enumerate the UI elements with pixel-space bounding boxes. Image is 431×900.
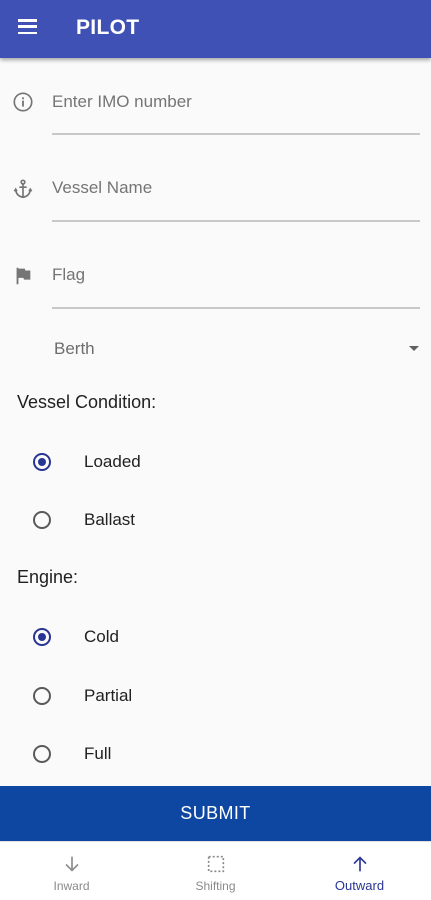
radio-option-ballast[interactable]: Ballast xyxy=(30,503,330,537)
radio-option-cold[interactable]: Cold xyxy=(30,620,330,654)
radio-label-cold: Cold xyxy=(84,627,119,646)
flag-icon xyxy=(16,267,31,285)
radio-option-loaded[interactable]: Loaded xyxy=(30,445,330,479)
imo-underline xyxy=(52,133,420,135)
nav-item-shifting[interactable]: Shifting xyxy=(144,842,287,900)
radio-label-loaded: Loaded xyxy=(84,452,141,471)
berth-select-value: Berth xyxy=(54,339,95,358)
radio-unchecked-icon[interactable] xyxy=(33,511,51,529)
menu-icon[interactable] xyxy=(18,19,42,39)
berth-select[interactable]: Berth xyxy=(52,334,422,364)
radio-label-partial: Partial xyxy=(84,686,133,705)
imo-field-group xyxy=(0,72,431,142)
vessel-condition-label: Vessel Condition: xyxy=(17,392,157,412)
radio-unchecked-icon[interactable] xyxy=(33,745,51,763)
bottom-navigation: Inward Shifting Outward xyxy=(0,841,431,900)
flag-underline xyxy=(52,307,420,309)
vessel-name-input[interactable] xyxy=(52,174,420,202)
dashed-square-icon xyxy=(207,855,224,873)
arrow-down-icon xyxy=(64,856,79,872)
anchor-icon xyxy=(13,179,33,199)
app-title: PILOT xyxy=(76,16,140,39)
radio-label-full: Full xyxy=(84,744,112,763)
nav-label-outward: Outward xyxy=(334,878,385,893)
radio-unchecked-icon[interactable] xyxy=(33,687,51,705)
nav-item-outward[interactable]: Outward xyxy=(288,842,431,900)
radio-option-full[interactable]: Full xyxy=(30,737,330,771)
flag-field-group xyxy=(0,246,431,316)
radio-checked-icon[interactable] xyxy=(33,628,51,646)
vessel-name-field-group xyxy=(0,159,431,229)
app-bar: PILOT xyxy=(0,0,431,58)
nav-label-shifting: Shifting xyxy=(195,879,236,893)
engine-label: Engine: xyxy=(17,567,79,587)
nav-item-inward[interactable]: Inward xyxy=(0,842,143,900)
flag-input[interactable] xyxy=(52,261,420,289)
imo-input[interactable] xyxy=(52,88,420,116)
arrow-up-icon xyxy=(352,856,367,872)
vessel-name-underline xyxy=(52,220,420,222)
submit-button[interactable]: SUBMIT xyxy=(0,786,431,841)
radio-label-ballast: Ballast xyxy=(84,510,136,529)
radio-option-partial[interactable]: Partial xyxy=(30,679,330,713)
nav-label-inward: Inward xyxy=(53,879,90,893)
dropdown-caret-icon xyxy=(409,346,419,351)
radio-checked-icon[interactable] xyxy=(33,453,51,471)
info-icon xyxy=(13,92,33,112)
